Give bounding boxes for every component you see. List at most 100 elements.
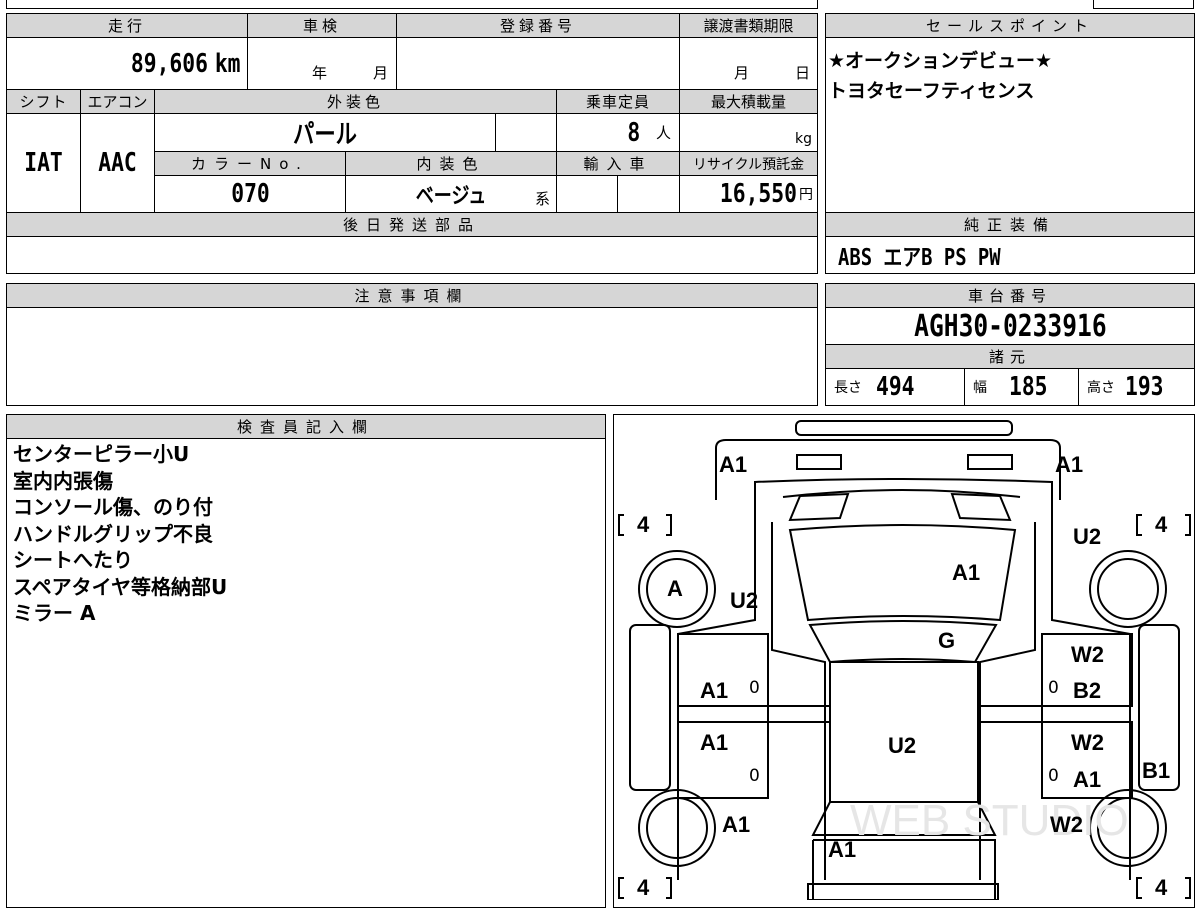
mark-left-front-door: A1 (700, 678, 729, 703)
mileage-value: 89,606 (130, 48, 208, 79)
top-strip (6, 0, 818, 9)
inspector-note: ミラー A (13, 601, 96, 625)
recycle-fee-header: リサイクル預託金 (679, 151, 818, 176)
max-load-header: 最大積載量 (679, 89, 818, 114)
interior-color-value-cell: ベージュ 系 (345, 175, 557, 213)
mark-windshield: G (938, 628, 956, 653)
mark-right-rear-door-top: W2 (1071, 730, 1104, 755)
mark-hood: A1 (952, 560, 981, 585)
exterior-color-value-cell: パール (154, 113, 496, 152)
genuine-equipment-box: ABS エアB PS PW (825, 236, 1195, 274)
mark-right-rear-fender: W2 (1050, 812, 1083, 837)
exterior-color-header: 外装色 (154, 89, 557, 114)
mark-right-front-door: B2 (1073, 678, 1102, 703)
door-zero-left-rear: 0 (749, 766, 760, 786)
registration-header: 登録番号 (396, 13, 680, 38)
aircon-value-cell: AAC (80, 113, 155, 213)
inspector-note: シートへたり (13, 548, 133, 572)
caution-header: 注意事項欄 (6, 283, 818, 308)
recycle-fee-value: 16,550 (719, 179, 797, 209)
mark-right-front-fender: U2 (1073, 524, 1102, 549)
mark-front-right: A1 (1055, 452, 1084, 477)
spec-width-cell: 幅 185 (964, 368, 1079, 406)
mileage-unit: km (214, 48, 241, 79)
capacity-value: 8 (627, 117, 641, 148)
mileage-header: 走行 (6, 13, 248, 38)
spec-width-value: 185 (1009, 372, 1048, 402)
exterior-color-value: パール (293, 120, 357, 150)
interior-color-suffix: 系 (534, 190, 550, 208)
top-strip-right (1093, 0, 1194, 9)
recycle-fee-unit: 円 (799, 187, 813, 203)
mark-right-sill: B1 (1142, 758, 1171, 783)
mark-right-front-door-top: W2 (1071, 642, 1104, 667)
spec-height-cell: 高さ 193 (1078, 368, 1195, 406)
aircon-value: AAC (98, 148, 137, 178)
door-zero-right-front: 0 (1048, 678, 1059, 698)
tire-count-rear-right: 4 (1155, 875, 1168, 900)
import-car-extra-cell (617, 175, 680, 213)
sales-points-box: ★オークションデビュー★ トヨタセーフティセンス (825, 37, 1195, 213)
specs-header: 諸元 (825, 344, 1195, 369)
shift-value-cell: IAT (6, 113, 81, 213)
import-car-value-cell (556, 175, 618, 213)
caution-box (6, 307, 818, 406)
damage-diagram-frame (613, 414, 1195, 908)
capacity-header: 乗車定員 (556, 89, 680, 114)
chassis-number: AGH30-0233916 (913, 308, 1107, 344)
tire-count-front-left: 4 (637, 512, 650, 537)
mark-left-front-fender: U2 (730, 588, 759, 613)
tire-count-front-right: 4 (1155, 512, 1168, 537)
inspection-year-unit: 年 (312, 64, 328, 82)
sales-point-line: トヨタセーフティセンス (828, 80, 1035, 102)
capacity-unit: 人 (655, 124, 671, 142)
mark-front-left: A1 (719, 452, 748, 477)
color-no-header: カラーNo. (154, 151, 346, 176)
interior-color-value: ベージュ (415, 184, 487, 209)
door-zero-left-front: 0 (749, 678, 760, 698)
mileage-value-cell: 89,606 km (6, 37, 248, 90)
sales-point-line: ★オークションデビュー★ (828, 50, 1053, 72)
transfer-day-unit: 日 (795, 64, 811, 82)
exterior-color-extra-cell (495, 113, 557, 152)
inspector-note: コンソール傷、のり付 (13, 495, 213, 519)
registration-value-cell (396, 37, 680, 90)
interior-color-header: 内装色 (345, 151, 557, 176)
transfer-month-unit: 月 (734, 64, 750, 82)
chassis-box: AGH30-0233916 (825, 307, 1195, 345)
mark-left-rear-door: A1 (700, 730, 729, 755)
spec-length-label: 長さ (834, 380, 862, 396)
max-load-value-cell: kg (679, 113, 818, 152)
genuine-equipment-value: ABS エアB PS PW (838, 245, 1001, 271)
recycle-fee-value-cell: 16,550 円 (679, 175, 818, 213)
inspector-note: ハンドルグリップ不良 (13, 521, 213, 546)
chassis-header: 車台番号 (825, 283, 1195, 308)
aircon-header: エアコン (80, 89, 155, 114)
color-no-value-cell: 070 (154, 175, 346, 213)
inspector-note: スペアタイヤ等格納部U (13, 574, 228, 599)
door-zero-right-rear: 0 (1048, 766, 1059, 786)
transfer-deadline-value-cell: 月 日 (679, 37, 818, 90)
shift-value: IAT (24, 148, 63, 178)
inspector-note: 室内内張傷 (13, 468, 113, 493)
capacity-value-cell: 8 人 (556, 113, 680, 152)
mark-right-rear-door: A1 (1073, 767, 1102, 792)
sales-points-header: セールスポイント (825, 13, 1195, 38)
transfer-deadline-header: 譲渡書類期限 (679, 13, 818, 38)
tire-count-rear-left: 4 (637, 875, 650, 900)
inspector-note: センターピラー小U (13, 442, 190, 466)
inspector-header: 検査員記入欄 (6, 414, 606, 439)
spec-length-value: 494 (876, 372, 915, 402)
mark-left-rear-fender: A1 (722, 812, 751, 837)
mark-roof: U2 (888, 733, 917, 758)
spec-length-cell: 長さ 494 (825, 368, 965, 406)
inspection-month-unit: 月 (373, 64, 389, 82)
inspector-box: センターピラー小U 室内内張傷 コンソール傷、のり付 ハンドルグリップ不良 シー… (6, 438, 606, 908)
color-no-value: 070 (230, 179, 270, 209)
later-parts-value (6, 236, 818, 274)
spec-width-label: 幅 (973, 380, 987, 396)
import-car-header: 輸入車 (556, 151, 680, 176)
mark-rear: A1 (828, 837, 857, 862)
later-parts-header: 後日発送部品 (6, 212, 818, 237)
inspection-header: 車検 (247, 13, 397, 38)
